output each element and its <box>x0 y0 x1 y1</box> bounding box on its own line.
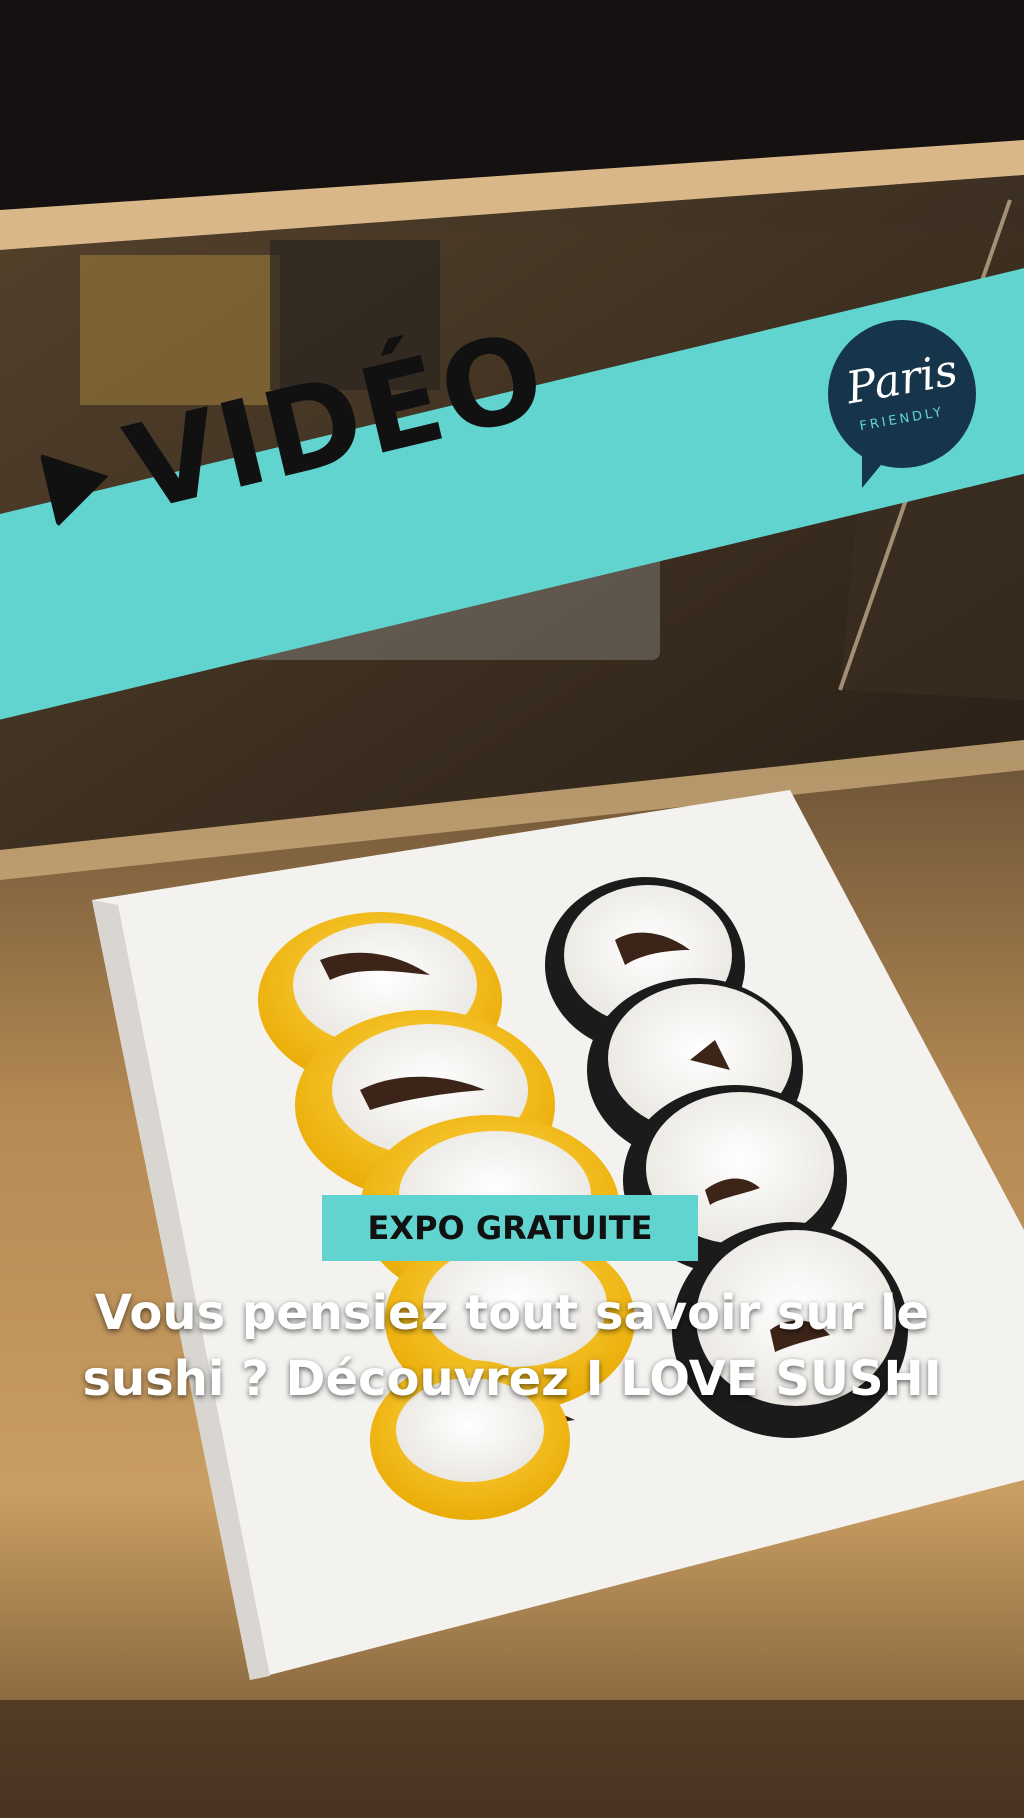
sushi-photo <box>0 0 1024 1818</box>
headline: Vous pensiez tout savoir sur le sushi ? … <box>60 1280 964 1412</box>
headline-line-2: sushi ? Découvrez I LOVE SUSHI <box>82 1351 942 1407</box>
video-thumbnail[interactable]: VIDÉO Paris FRIENDLY EXPO GRATUITE Vous … <box>0 0 1024 1818</box>
paris-friendly-logo: Paris FRIENDLY <box>828 320 976 488</box>
headline-line-1: Vous pensiez tout savoir sur le <box>94 1285 930 1341</box>
category-tag: EXPO GRATUITE <box>322 1195 698 1261</box>
